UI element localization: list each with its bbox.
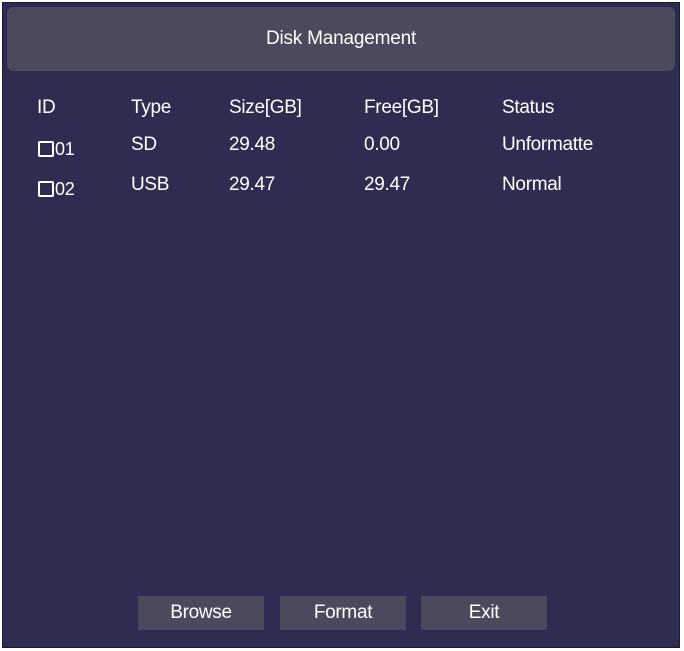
row-type: USB bbox=[131, 174, 170, 195]
row-status: Unformatte bbox=[502, 134, 593, 155]
row-checkbox[interactable] bbox=[38, 181, 54, 197]
column-header-status: Status bbox=[502, 97, 555, 118]
row-free: 0.00 bbox=[364, 134, 400, 155]
row-id: 01 bbox=[55, 139, 75, 159]
row-id: 02 bbox=[55, 179, 75, 199]
row-free: 29.47 bbox=[364, 174, 411, 195]
table-row[interactable]: 01 SD 29.48 0.00 Unformatte bbox=[3, 131, 679, 161]
column-header-size: Size[GB] bbox=[229, 97, 302, 118]
row-type: SD bbox=[131, 134, 157, 155]
column-header-id: ID bbox=[37, 97, 56, 118]
column-header-free: Free[GB] bbox=[364, 97, 439, 118]
exit-button[interactable]: Exit bbox=[421, 596, 547, 630]
row-size: 29.48 bbox=[229, 134, 276, 155]
disk-table: ID Type Size[GB] Free[GB] Status 01 SD 2… bbox=[3, 3, 679, 403]
browse-button[interactable]: Browse bbox=[138, 596, 264, 630]
format-button[interactable]: Format bbox=[280, 596, 406, 630]
row-size: 29.47 bbox=[229, 174, 276, 195]
row-checkbox[interactable] bbox=[38, 141, 54, 157]
column-header-type: Type bbox=[131, 97, 171, 118]
disk-management-dialog: Disk Management ID Type Size[GB] Free[GB… bbox=[2, 2, 680, 648]
row-status: Normal bbox=[502, 174, 562, 195]
table-row[interactable]: 02 USB 29.47 29.47 Normal bbox=[3, 171, 679, 201]
